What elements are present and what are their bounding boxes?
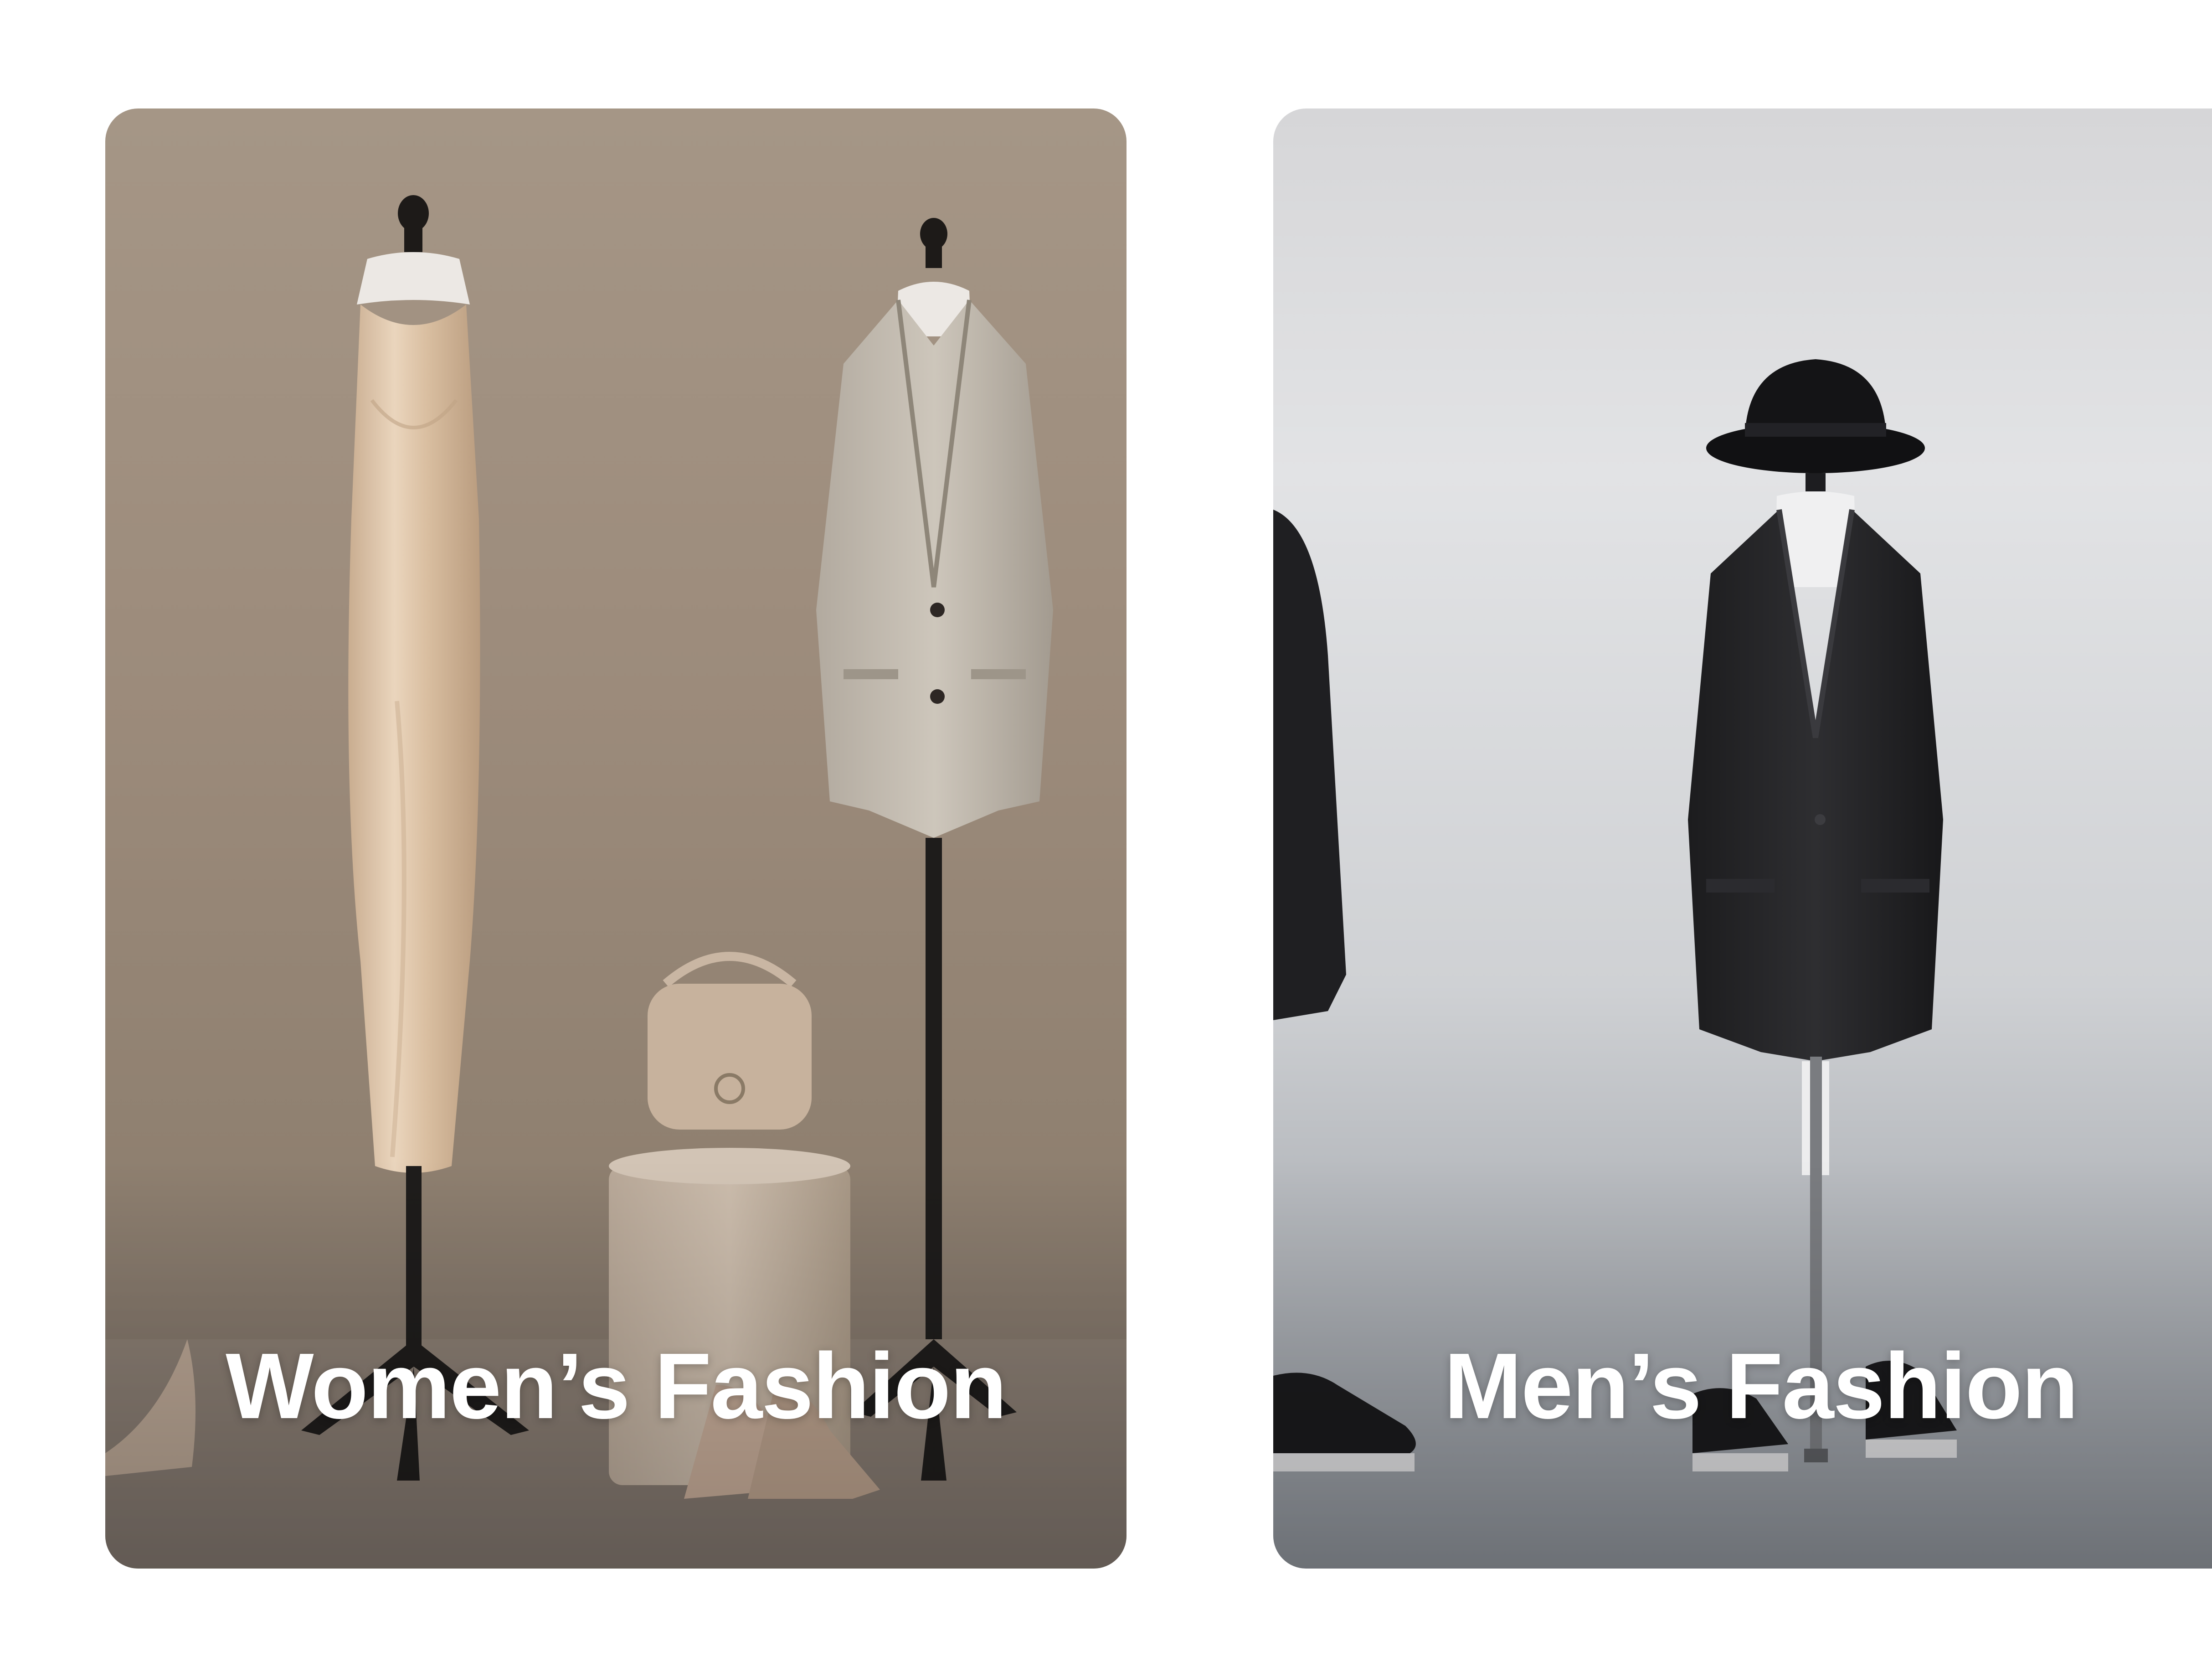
mens-fashion-card[interactable]: Men’s Fashion xyxy=(1273,108,2212,1569)
womens-fashion-title: Women’s Fashion xyxy=(226,1334,1007,1438)
mens-fashion-title: Men’s Fashion xyxy=(1444,1334,2078,1438)
womens-fashion-card[interactable]: Women’s Fashion xyxy=(105,108,1127,1569)
